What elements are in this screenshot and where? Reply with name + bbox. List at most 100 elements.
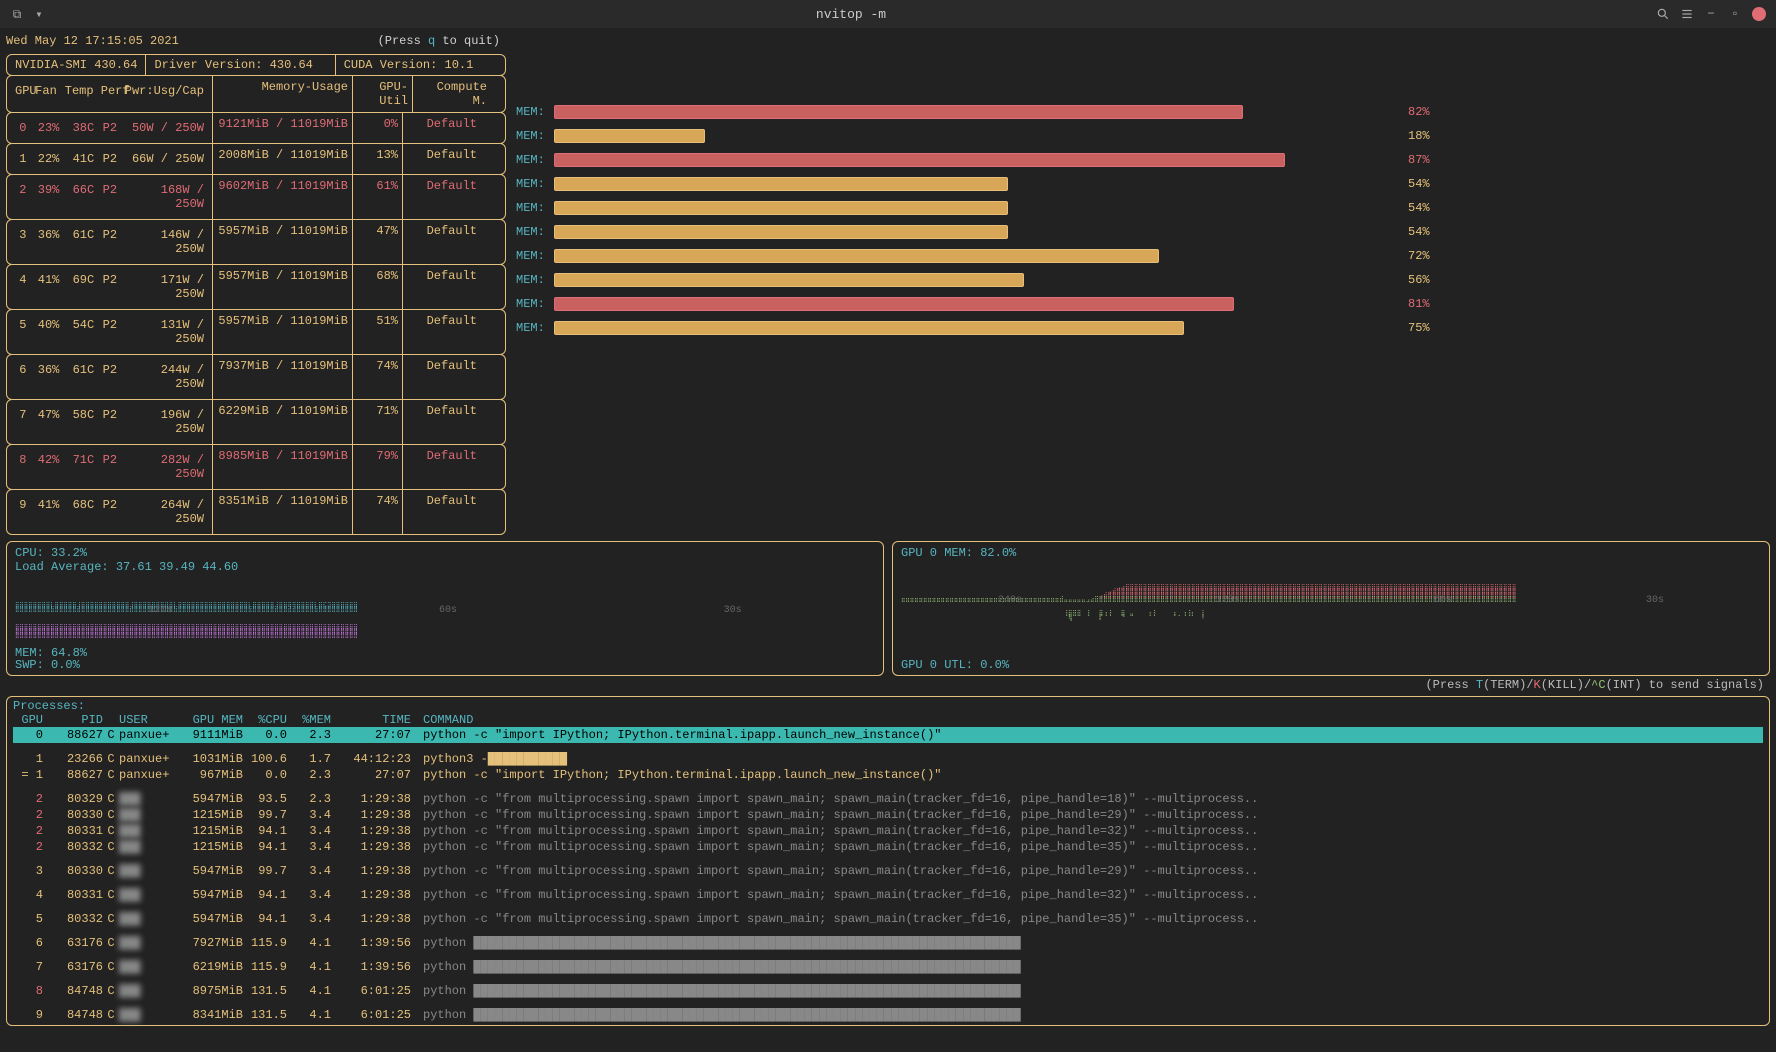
proc-gpu-mem: 5947MiB <box>179 864 243 878</box>
driver-version: Driver Version: 430.64 <box>146 55 335 75</box>
proc-mem-pct: 3.4 <box>287 808 331 822</box>
maximize-icon[interactable]: ▫ <box>1728 7 1742 21</box>
gpu-power: 66W / 250W <box>122 148 209 170</box>
proc-command: python -c "import IPython; IPython.termi… <box>411 768 1763 782</box>
gpu-row-0[interactable]: 023%38CP250W / 250W9121MiB / 11019MiB0%D… <box>6 112 506 144</box>
proc-mem-pct: 3.4 <box>287 888 331 902</box>
process-row[interactable]: 480331C███5947MiB94.13.41:29:38python -c… <box>13 887 1763 903</box>
process-row[interactable]: = 188627Cpanxue+967MiB0.02.327:07python … <box>13 767 1763 783</box>
process-row[interactable]: 984748C███8341MiB131.54.16:01:25python █… <box>13 1007 1763 1023</box>
signal-hint: (Press T(TERM)/K(KILL)/^C(INT) to send s… <box>6 676 1770 694</box>
proc-command: python -c "from multiprocessing.spawn im… <box>411 792 1763 806</box>
proc-pid: 63176 <box>43 960 103 974</box>
memory-bars: MEM:82%MEM:18%MEM:87%MEM:54%MEM:54%MEM:5… <box>506 76 1770 535</box>
gpu-row-1[interactable]: 122%41CP266W / 250W2008MiB / 11019MiB13%… <box>6 143 506 175</box>
proc-type: C <box>103 752 119 766</box>
proc-gpu-mem: 1215MiB <box>179 824 243 838</box>
gpu-row-4[interactable]: 441%69CP2171W / 250W5957MiB / 11019MiB68… <box>6 264 506 310</box>
proc-command: python █████████████████████████████████… <box>411 984 1763 998</box>
dropdown-icon[interactable]: ▾ <box>32 7 46 21</box>
mem-percent: 75% <box>1408 321 1430 335</box>
gpu-row-5[interactable]: 540%54CP2131W / 250W5957MiB / 11019MiB51… <box>6 309 506 355</box>
gpu-index: 0 <box>11 117 30 139</box>
process-row[interactable]: 580332C███5947MiB94.13.41:29:38python -c… <box>13 911 1763 927</box>
proc-type: C <box>103 936 119 950</box>
proc-pid: 80331 <box>43 824 103 838</box>
gpu-perf: P2 <box>98 494 121 530</box>
process-row[interactable]: 280330C███1215MiB99.73.41:29:38python -c… <box>13 807 1763 823</box>
mem-percent: 54% <box>1408 201 1430 215</box>
process-row[interactable]: 280331C███1215MiB94.13.41:29:38python -c… <box>13 823 1763 839</box>
proc-user: ███ <box>119 840 179 854</box>
proc-cpu-pct: 131.5 <box>243 984 287 998</box>
proc-type: C <box>103 840 119 854</box>
proc-gpu: 8 <box>13 984 43 998</box>
process-row[interactable]: 123266Cpanxue+1031MiB100.61.744:12:23pyt… <box>13 751 1763 767</box>
gpu-util: 74% <box>353 355 403 399</box>
proc-time: 1:29:38 <box>331 888 411 902</box>
gpu-row-6[interactable]: 636%61CP2244W / 250W7937MiB / 11019MiB74… <box>6 354 506 400</box>
gpu-util: 13% <box>353 144 403 174</box>
gpu-row-2[interactable]: 239%66CP2168W / 250W9602MiB / 11019MiB61… <box>6 174 506 220</box>
gpu-compute-mode: Default <box>403 400 485 444</box>
gpu-index: 4 <box>11 269 30 305</box>
proc-time: 27:07 <box>331 728 411 742</box>
gpu-table: GPU Fan Temp Perf Pwr:Usg/Cap Memory-Usa… <box>6 76 506 535</box>
proc-command: python █████████████████████████████████… <box>411 960 1763 974</box>
search-icon[interactable] <box>1656 7 1670 21</box>
proc-pid: 80330 <box>43 808 103 822</box>
gpu-row-7[interactable]: 747%58CP2196W / 250W6229MiB / 11019MiB71… <box>6 399 506 445</box>
gpu-power: 50W / 250W <box>122 117 209 139</box>
gpu-temp: 38C <box>63 117 98 139</box>
mem-bar-9: MEM:75% <box>516 316 1770 340</box>
process-row[interactable]: 280332C███1215MiB94.13.41:29:38python -c… <box>13 839 1763 855</box>
mem-bar-7: MEM:56% <box>516 268 1770 292</box>
gpu-power: 131W / 250W <box>122 314 209 350</box>
proc-mem-pct: 3.4 <box>287 824 331 838</box>
proc-cpu-pct: 0.0 <box>243 728 287 742</box>
mem-label: MEM: <box>516 201 546 215</box>
menu-icon[interactable] <box>1680 7 1694 21</box>
mem-percent: 56% <box>1408 273 1430 287</box>
mem-percent: 54% <box>1408 177 1430 191</box>
titlebar: ⧉ ▾ nvitop -m − ▫ <box>0 0 1776 28</box>
proc-time: 6:01:25 <box>331 984 411 998</box>
gpu-row-8[interactable]: 842%71CP2282W / 250W8985MiB / 11019MiB79… <box>6 444 506 490</box>
proc-cpu-pct: 94.1 <box>243 912 287 926</box>
gpu-util: 61% <box>353 175 403 219</box>
process-row[interactable]: 088627Cpanxue+9111MiB0.02.327:07python -… <box>13 727 1763 743</box>
proc-command: python -c "import IPython; IPython.termi… <box>411 728 1763 742</box>
gpu-fan: 22% <box>30 148 63 170</box>
process-row[interactable]: 763176C███6219MiB115.94.11:39:56python █… <box>13 959 1763 975</box>
proc-cpu-pct: 100.6 <box>243 752 287 766</box>
gpu-memory: 5957MiB / 11019MiB <box>213 265 353 309</box>
mem-label: MEM: <box>516 153 546 167</box>
process-row[interactable]: 380330C███5947MiB99.73.41:29:38python -c… <box>13 863 1763 879</box>
gpu-detail-panel: GPU 0 MEM: 82.0% ⠀⠀⠀⠀⠀⠀⠀⠀⠀⠀⠀⠀⠀⠀⠀⠀⠀⠀⠀⠀⠀⠀⠀… <box>892 541 1770 676</box>
gpu-compute-mode: Default <box>403 490 485 534</box>
process-row[interactable]: 663176C███7927MiB115.94.11:39:56python █… <box>13 935 1763 951</box>
proc-time: 6:01:25 <box>331 1008 411 1022</box>
processes-title: Processes: <box>13 699 1763 713</box>
proc-cpu-pct: 94.1 <box>243 824 287 838</box>
proc-time: 1:39:56 <box>331 936 411 950</box>
proc-gpu-mem: 967MiB <box>179 768 243 782</box>
process-row[interactable]: 280329C███5947MiB93.52.31:29:38python -c… <box>13 791 1763 807</box>
proc-pid: 84748 <box>43 984 103 998</box>
proc-cpu-pct: 99.7 <box>243 864 287 878</box>
minimize-icon[interactable]: − <box>1704 7 1718 21</box>
gpu-row-3[interactable]: 336%61CP2146W / 250W5957MiB / 11019MiB47… <box>6 219 506 265</box>
process-row[interactable]: 884748C███8975MiB131.54.16:01:25python █… <box>13 983 1763 999</box>
mem-label: MEM: <box>516 129 546 143</box>
proc-gpu-mem: 9111MiB <box>179 728 243 742</box>
close-icon[interactable] <box>1752 7 1766 21</box>
proc-pid: 80330 <box>43 864 103 878</box>
gpu-power: 264W / 250W <box>122 494 209 530</box>
process-header: GPU PID USER GPU MEM %CPU %MEM TIME COMM… <box>13 713 1763 727</box>
terminal-icon[interactable]: ⧉ <box>10 7 24 21</box>
window-title: nvitop -m <box>46 7 1656 22</box>
proc-gpu-mem: 1215MiB <box>179 840 243 854</box>
gpu-row-9[interactable]: 941%68CP2264W / 250W8351MiB / 11019MiB74… <box>6 489 506 535</box>
gpu-index: 7 <box>11 404 30 440</box>
terminal-body: Wed May 12 17:15:05 2021 (Press q to qui… <box>0 28 1776 1052</box>
